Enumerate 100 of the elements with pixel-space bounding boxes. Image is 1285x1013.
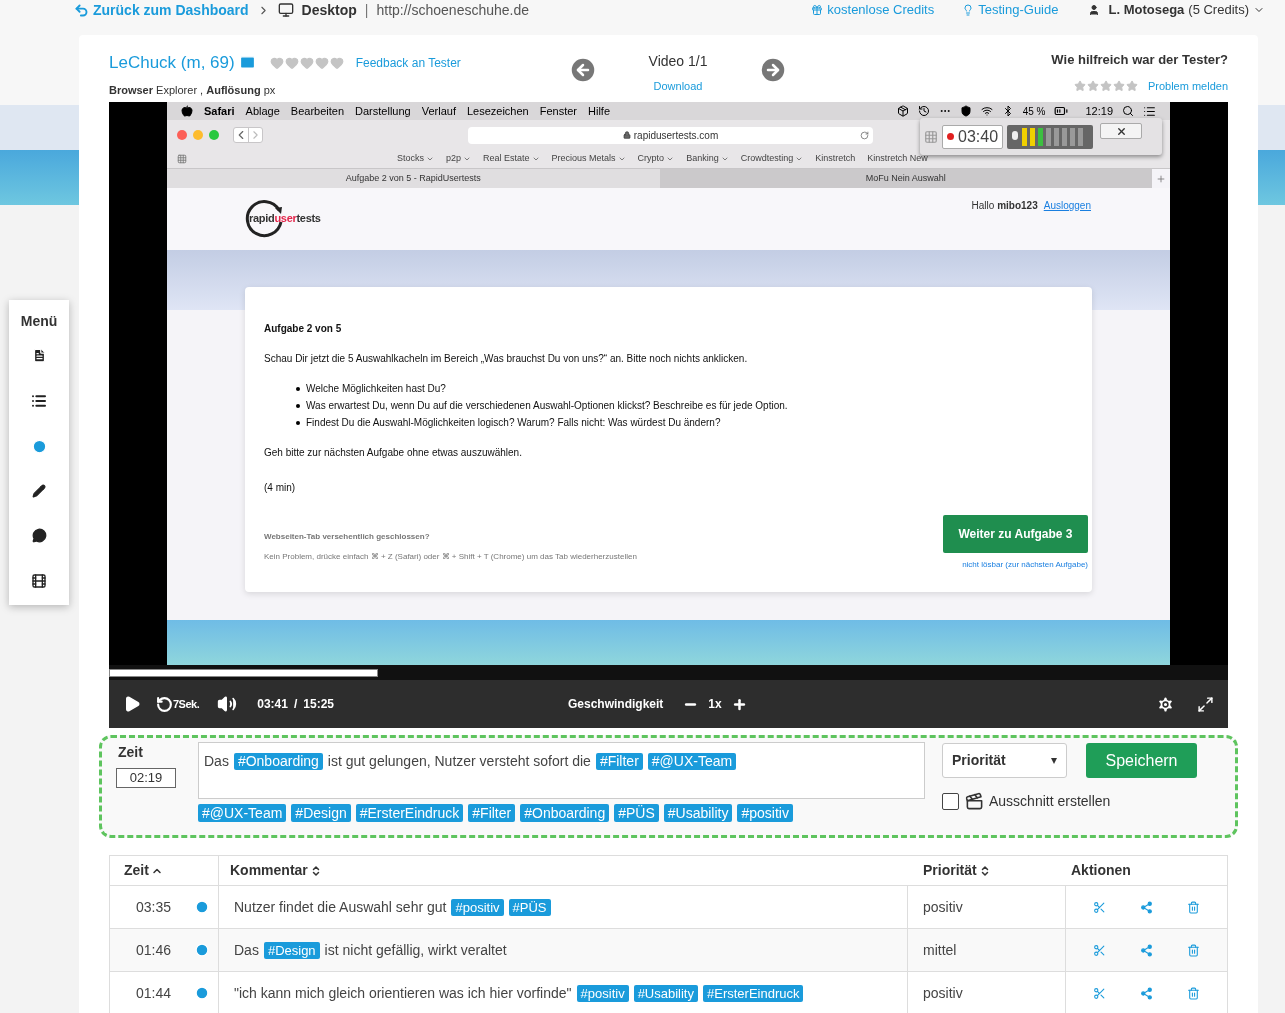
column-header[interactable]: Zeit — [124, 860, 163, 881]
pencil-icon[interactable] — [32, 484, 46, 498]
new-tab-icon[interactable] — [1156, 173, 1166, 184]
shield-icon — [959, 105, 972, 117]
priority-cell-text: positiv — [923, 983, 963, 1003]
heart-rating[interactable] — [269, 55, 344, 70]
back-forward-buttons[interactable] — [233, 127, 263, 143]
back-arrow-icon — [74, 2, 89, 18]
close-recorder-button[interactable] — [1100, 123, 1143, 139]
next-task-button[interactable]: Weiter zu Aufgabe 3 — [943, 515, 1088, 553]
speed-value: 1x — [708, 696, 722, 713]
grid-icon[interactable] — [177, 154, 187, 164]
menu-item[interactable]: Ablage — [245, 102, 280, 120]
bookmark-item[interactable]: Kinstretch — [815, 152, 856, 166]
hashtag-label: #Filter — [595, 753, 643, 770]
caret-icon — [426, 155, 434, 163]
priority-select[interactable]: Priorität — [942, 743, 1067, 778]
hashtag-label: #positiv — [576, 984, 629, 1002]
comment-field[interactable]: Das #Onboarding ist gut gelungen, Nutzer versteht sofort die #Filter #@UX-Team — [198, 742, 925, 799]
task-duration: (4 min) — [264, 481, 297, 495]
total-time: 15:25 — [303, 696, 334, 713]
browser-tab[interactable]: Aufgabe 2 von 5 - RapidUsertests — [167, 169, 660, 188]
site-logo-text: rapidusertests — [249, 210, 321, 226]
time-cell-text: 01:46 — [136, 940, 172, 960]
task-intro: Schau Dir jetzt die 5 Auswahlkacheln im Bereich „Was brauchst Du von uns?“ an. Bitte noch nichts anklicken. — [264, 352, 749, 366]
clapperboard-icon — [965, 792, 984, 811]
share-icon[interactable] — [1140, 986, 1153, 1000]
comment-text: Das — [234, 940, 259, 960]
skip-task-link[interactable]: nicht lösbar (zur nächsten Aufgabe) — [962, 559, 1088, 571]
share-icon[interactable] — [1140, 943, 1153, 957]
bookmark-item[interactable]: Banking — [686, 152, 729, 166]
search-icon[interactable] — [1122, 105, 1134, 117]
column-header[interactable]: Kommentar — [230, 860, 322, 881]
app-menu-item[interactable]: Safari — [204, 102, 235, 120]
comment-text: ist nicht gefällig, wirkt veraltet — [324, 940, 507, 960]
document-icon[interactable] — [31, 348, 47, 363]
bookmark-item[interactable]: Kinstretch New — [867, 152, 928, 166]
bookmark-item[interactable]: Crypto — [637, 152, 675, 166]
help-text: Kein Problem, drücke einfach ⌘ + Z (Safari) oder ⌘ + Shift + T (Chrome) um das Tab wiederherzustellen — [264, 551, 637, 563]
dropdown-arrow-icon — [1051, 757, 1057, 764]
hashtag-label: #Design — [263, 941, 320, 959]
trash-icon[interactable] — [1187, 943, 1200, 957]
browser-tab[interactable]: MoFu Nein Auswahl — [659, 169, 1152, 188]
bookmark-item[interactable]: Precious Metals — [551, 152, 626, 166]
scissors-icon[interactable] — [1093, 943, 1106, 957]
settings-icon[interactable] — [1156, 694, 1175, 714]
menu-item[interactable]: Bearbeiten — [290, 102, 345, 120]
bookmark-item[interactable]: Stocks — [397, 152, 434, 166]
recording-timer: 03:40 — [942, 124, 1004, 149]
column-header[interactable]: Priorität — [923, 860, 991, 881]
play-icon[interactable] — [123, 695, 141, 713]
volume-icon[interactable] — [217, 694, 238, 714]
current-time: 03:41 — [257, 696, 288, 713]
trash-icon[interactable] — [1187, 900, 1200, 914]
bookmark-item[interactable]: Crowdtesting — [740, 152, 804, 166]
scissors-icon[interactable] — [1093, 900, 1106, 914]
list-icon[interactable] — [31, 393, 47, 409]
task-question: Findest Du die Auswahl-Möglichkeiten logisch? Warum? Falls nicht: Was würdest Du ändern? — [306, 416, 721, 430]
video-counter: Video 1/1 — [648, 52, 708, 71]
help-title: Webseiten-Tab versehentlich geschlossen? — [264, 531, 431, 543]
speech-bubble-icon[interactable] — [31, 528, 47, 543]
lightbulb-icon — [962, 4, 975, 16]
progress-track[interactable] — [109, 665, 1228, 680]
trash-icon[interactable] — [1187, 986, 1200, 1000]
bookmark-item[interactable]: Real Estate — [483, 152, 540, 166]
scissors-icon[interactable] — [1093, 986, 1106, 1000]
bookmark-item[interactable]: p2p — [446, 152, 472, 166]
plus-icon[interactable] — [731, 696, 747, 712]
clip-label: Ausschnitt erstellen — [989, 792, 1111, 811]
time-separator: / — [293, 696, 298, 713]
clip-checkbox[interactable] — [942, 793, 959, 810]
address-bar[interactable]: rapidusertests.com — [468, 126, 873, 144]
hashtag-label: #@UX-Team — [647, 753, 737, 770]
close-icon — [1115, 125, 1127, 137]
battery-icon — [1054, 104, 1069, 118]
caret-icon — [666, 155, 675, 163]
priority-cell-text: mittel — [923, 940, 957, 960]
battery-percentage: 45 % — [1022, 104, 1046, 119]
menu-item[interactable]: Verlauf — [421, 102, 456, 120]
box-icon — [896, 105, 909, 117]
film-icon[interactable] — [31, 573, 47, 589]
fullscreen-icon[interactable] — [1197, 695, 1214, 713]
menu-item[interactable]: Fenster — [539, 102, 578, 120]
list-icon[interactable] — [1143, 104, 1156, 118]
reload-icon — [860, 130, 869, 140]
star-rating[interactable] — [1073, 79, 1138, 92]
site-url: http://schoeneschuhe.de — [376, 0, 530, 20]
menu-item[interactable]: Hilfe — [588, 102, 611, 120]
menu-item[interactable]: Darstellung — [355, 102, 411, 120]
share-icon[interactable] — [1140, 900, 1153, 914]
user-menu[interactable]: L. Motosega (5 Credits) — [1088, 0, 1265, 20]
apple-icon — [181, 105, 193, 117]
drag-handle-icon[interactable] — [924, 129, 938, 144]
task-note: Geh bitte zur nächsten Aufgabe ohne etwas auszuwählen. — [264, 446, 523, 460]
menu-item[interactable]: Lesezeichen — [466, 102, 529, 120]
logout-link[interactable]: Ausloggen — [1043, 198, 1091, 213]
time-field[interactable]: 02:19 — [116, 768, 176, 788]
browser-info: Browser Explorer , Auflösung px — [109, 82, 277, 98]
rewind-button[interactable]: 7Sek. — [156, 695, 200, 713]
caret-icon — [463, 155, 472, 163]
